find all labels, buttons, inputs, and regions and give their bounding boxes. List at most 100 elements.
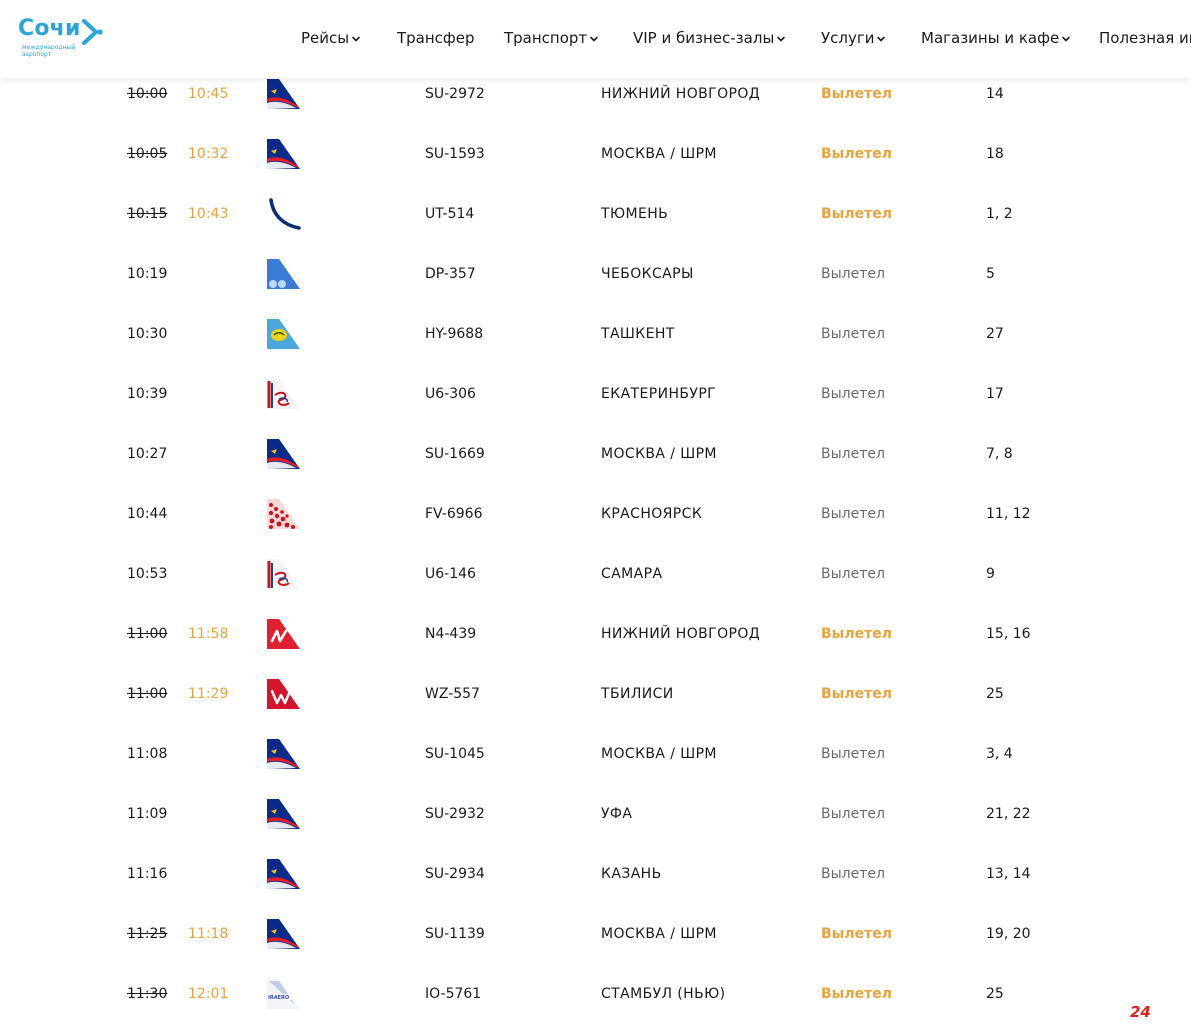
actual-time: 12:01 — [188, 986, 229, 1002]
nav-item-label: Магазины и кафе — [921, 29, 1060, 47]
logo-text: Сочи — [18, 16, 81, 41]
scheduled-time: 10:19 — [127, 266, 168, 282]
utair-tail-icon — [265, 197, 301, 231]
flight-status: Вылетел — [821, 926, 892, 942]
flight-number: U6-146 — [425, 566, 476, 582]
gate-number: 5 — [986, 266, 995, 282]
aeroflot-tail-icon — [265, 437, 301, 471]
ural-airlines-tail-icon — [265, 377, 301, 411]
aeroflot-tail-icon — [265, 797, 301, 831]
flight-row[interactable]: 11:25 11:18 SU-1139 МОСКВА / ШРМ Вылетел 19, … — [0, 904, 1191, 964]
flight-number: N4-439 — [425, 626, 477, 642]
flight-row[interactable]: 11:16 SU-2934 КАЗАНЬ Вылетел 13, 14 — [0, 844, 1191, 904]
nav-item-label: Рейсы — [301, 29, 350, 47]
destination-city: МОСКВА / ШРМ — [601, 746, 717, 762]
flight-status: Вылетел — [821, 746, 885, 762]
destination-city: САМАРА — [601, 566, 663, 582]
nav-item-label: Услуги — [821, 29, 875, 47]
nav-item-label: Трансфер — [397, 29, 475, 47]
flight-status: Вылетел — [821, 566, 885, 582]
flight-number: SU-1593 — [425, 146, 485, 162]
flight-status: Вылетел — [821, 506, 885, 522]
flight-row[interactable]: 10:30 HY-9688 ТАШКЕНТ Вылетел 27 — [0, 304, 1191, 364]
actual-time: 10:43 — [188, 206, 229, 222]
scheduled-time: 11:09 — [127, 806, 168, 822]
scheduled-time: 10:44 — [127, 506, 168, 522]
flight-number: U6-306 — [425, 386, 476, 402]
actual-time: 11:18 — [188, 926, 229, 942]
flight-number: DP-357 — [425, 266, 476, 282]
flight-number: IO-5761 — [425, 986, 482, 1002]
nordwind-tail-icon — [265, 617, 301, 651]
airport-logo[interactable]: Сочи международный аэропорт — [18, 16, 108, 62]
flight-row[interactable]: 10:39 U6-306 ЕКАТЕРИНБУРГ Вылетел 17 — [0, 364, 1191, 424]
svg-text:IRAERO: IRAERO — [268, 995, 289, 1001]
flight-row[interactable]: 11:00 11:58 N4-439 НИЖНИЙ НОВГОРОД Вылетел 15… — [0, 604, 1191, 664]
nav-item-1[interactable]: Трансфер — [397, 27, 475, 49]
nav-item-0[interactable]: Рейсы — [301, 27, 361, 49]
scheduled-time: 11:30 — [127, 986, 168, 1002]
destination-city: КАЗАНЬ — [601, 866, 662, 882]
gate-number: 17 — [986, 386, 1004, 402]
flight-row[interactable]: 11:30 12:01 IRAERO IO-5761 СТАМБУЛ (НЬЮ) Выле… — [0, 964, 1191, 1024]
flight-status: Вылетел — [821, 326, 885, 342]
gate-number: 27 — [986, 326, 1004, 342]
gate-number: 1, 2 — [986, 206, 1013, 222]
flight-row[interactable]: 10:05 10:32 SU-1593 МОСКВА / ШРМ Вылетел 18 — [0, 124, 1191, 184]
scheduled-time: 10:15 — [127, 206, 168, 222]
gate-number: 18 — [986, 146, 1004, 162]
destination-city: УФА — [601, 806, 633, 822]
ural-airlines-tail-icon — [265, 557, 301, 591]
red-wings-tail-icon — [265, 677, 301, 711]
flight-row[interactable]: 10:53 U6-146 САМАРА Вылетел 9 — [0, 544, 1191, 604]
flight-row[interactable]: 11:08 SU-1045 МОСКВА / ШРМ Вылетел 3, 4 — [0, 724, 1191, 784]
gate-number: 11, 12 — [986, 506, 1031, 522]
scheduled-time: 10:53 — [127, 566, 168, 582]
nav-item-6[interactable]: Полезная ин — [1099, 27, 1191, 49]
flight-row[interactable]: 10:44 FV-6966 КРАСНОЯРСК Вылетел 11, 12 — [0, 484, 1191, 544]
flight-number: SU-1669 — [425, 446, 485, 462]
flight-row[interactable]: 10:19 DP-357 ЧЕБОКСАРЫ Вылетел 5 — [0, 244, 1191, 304]
scheduled-time: 11:00 — [127, 626, 168, 642]
scheduled-time: 10:30 — [127, 326, 168, 342]
flight-status: Вылетел — [821, 626, 892, 642]
flight-row[interactable]: 11:00 11:29 WZ-557 ТБИЛИСИ Вылетел 25 — [0, 664, 1191, 724]
destination-city: ЧЕБОКСАРЫ — [601, 266, 694, 282]
aeroflot-tail-icon — [265, 137, 301, 171]
nav-item-label: VIP и бизнес-залы — [633, 29, 775, 47]
scheduled-time: 11:00 — [127, 686, 168, 702]
nav-item-2[interactable]: Транспорт — [504, 27, 599, 49]
destination-city: МОСКВА / ШРМ — [601, 446, 717, 462]
flight-number: UT-514 — [425, 206, 475, 222]
scheduled-time: 10:27 — [127, 446, 168, 462]
actual-time: 11:29 — [188, 686, 229, 702]
flight-number: SU-2932 — [425, 806, 485, 822]
nav-item-label: Транспорт — [504, 29, 588, 47]
destination-city: ТЮМЕНЬ — [601, 206, 669, 222]
destination-city: МОСКВА / ШРМ — [601, 146, 717, 162]
scheduled-time: 11:25 — [127, 926, 168, 942]
chevron-down-icon — [587, 29, 599, 47]
chevron-down-icon — [774, 29, 786, 47]
flight-row[interactable]: 10:15 10:43 UT-514 ТЮМЕНЬ Вылетел 1, 2 — [0, 184, 1191, 244]
scheduled-time: 11:16 — [127, 866, 168, 882]
iraero-tail-icon: IRAERO — [265, 977, 301, 1011]
flight-row[interactable]: 11:09 SU-2932 УФА Вылетел 21, 22 — [0, 784, 1191, 844]
gate-number: 3, 4 — [986, 746, 1013, 762]
flight-number: HY-9688 — [425, 326, 484, 342]
destination-city: ЕКАТЕРИНБУРГ — [601, 386, 717, 402]
flight-status: Вылетел — [821, 446, 885, 462]
flight-status: Вылетел — [821, 686, 892, 702]
flight-number: SU-1045 — [425, 746, 485, 762]
nav-item-3[interactable]: VIP и бизнес-залы — [633, 27, 786, 49]
flight-number: WZ-557 — [425, 686, 480, 702]
nav-item-5[interactable]: Магазины и кафе — [921, 27, 1071, 49]
nav-item-4[interactable]: Услуги — [821, 27, 886, 49]
aeroflot-tail-icon — [265, 917, 301, 951]
destination-city: ТБИЛИСИ — [601, 686, 674, 702]
site-header: Сочи международный аэропорт Рейсы Трансфе… — [0, 0, 1191, 78]
gate-number: 21, 22 — [986, 806, 1031, 822]
gate-number: 7, 8 — [986, 446, 1013, 462]
flight-row[interactable]: 10:27 SU-1669 МОСКВА / ШРМ Вылетел 7, 8 — [0, 424, 1191, 484]
flight-status: Вылетел — [821, 866, 885, 882]
